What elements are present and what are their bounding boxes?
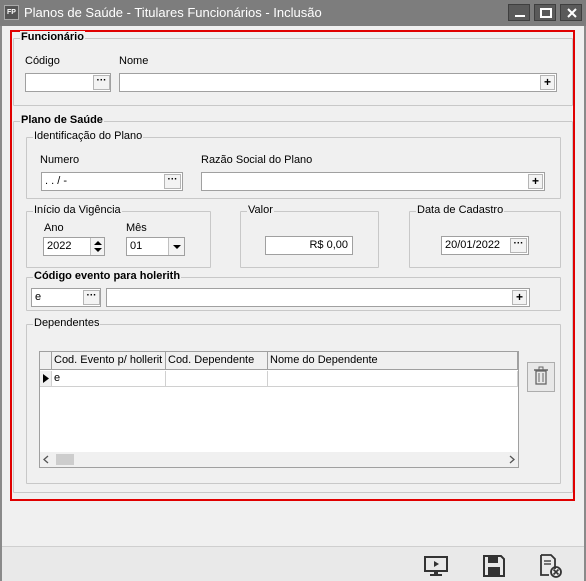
nome-label: Nome	[119, 55, 149, 67]
numero-lookup-button[interactable]: ···	[164, 174, 181, 189]
mes-dropdown-button[interactable]	[168, 238, 184, 255]
cancel-button[interactable]	[538, 554, 564, 578]
row-indicator-header	[40, 352, 52, 370]
codigo-lookup-button[interactable]: ···	[93, 75, 110, 90]
column-header-cod-dependente[interactable]: Cod. Dependente	[166, 352, 268, 370]
nome-add-button[interactable]: +	[540, 75, 555, 90]
evento-add-button[interactable]: +	[512, 290, 527, 305]
spinner-arrows-icon	[94, 241, 102, 252]
horizontal-scrollbar[interactable]	[40, 452, 518, 467]
evento-lookup-button[interactable]: ···	[83, 290, 100, 305]
close-icon	[567, 8, 577, 18]
ano-label: Ano	[44, 222, 64, 234]
row-pointer-icon	[43, 374, 49, 383]
title-bar: FP Planos de Saúde - Titulares Funcionár…	[0, 0, 586, 26]
minimize-icon	[515, 15, 525, 17]
floppy-save-icon	[483, 555, 505, 577]
window-title: Planos de Saúde - Titulares Funcionários…	[24, 5, 322, 20]
maximize-icon	[540, 8, 552, 18]
evento-holerith-title: Código evento para holerith	[33, 270, 182, 282]
table-cell-cod-evento[interactable]: e	[52, 371, 166, 387]
inicio-vigencia-title: Início da Vigência	[33, 204, 122, 216]
ano-spinner[interactable]	[90, 238, 104, 255]
nome-field[interactable]	[119, 73, 557, 92]
save-button[interactable]	[481, 554, 507, 578]
valor-title: Valor	[247, 204, 274, 216]
plano-title: Plano de Saúde	[20, 114, 104, 126]
funcionario-title: Funcionário	[20, 31, 85, 43]
numero-label: Numero	[40, 154, 80, 166]
razao-label: Razão Social do Plano	[201, 154, 313, 166]
trash-icon	[534, 366, 548, 385]
table-cell-nome-dependente[interactable]	[268, 371, 518, 387]
dependentes-title: Dependentes	[33, 317, 101, 329]
column-header-cod-evento[interactable]: Cod. Evento p/ hollerit	[52, 352, 166, 370]
monitor-play-icon	[424, 556, 448, 576]
razao-add-button[interactable]: +	[528, 174, 543, 189]
numero-field[interactable]: . . / -	[41, 172, 183, 191]
grid-header: Cod. Evento p/ hollerit Cod. Dependente …	[40, 352, 518, 370]
close-button[interactable]	[560, 4, 582, 21]
funcionario-group: Funcionário	[13, 31, 573, 106]
evento-description-field[interactable]	[106, 288, 530, 307]
row-indicator	[40, 371, 52, 387]
preview-button[interactable]	[423, 554, 449, 578]
mes-label: Mês	[126, 222, 147, 234]
scrollbar-arrows-icon	[43, 454, 515, 465]
data-cadastro-picker-button[interactable]: ···	[510, 238, 527, 253]
column-header-nome-dependente[interactable]: Nome do Dependente	[268, 352, 518, 370]
data-cadastro-title: Data de Cadastro	[416, 204, 505, 216]
document-cancel-icon	[540, 554, 562, 578]
minimize-button[interactable]	[508, 4, 530, 21]
valor-field[interactable]: R$ 0,00	[265, 236, 353, 255]
maximize-button[interactable]	[534, 4, 556, 21]
codigo-label: Código	[25, 55, 60, 67]
dependentes-grid[interactable]: Cod. Evento p/ hollerit Cod. Dependente …	[39, 351, 519, 468]
razao-field[interactable]	[201, 172, 545, 191]
identificacao-title: Identificação do Plano	[33, 130, 144, 142]
chevron-down-icon	[173, 245, 181, 249]
app-icon: FP	[4, 5, 19, 20]
table-cell-cod-dependente[interactable]	[166, 371, 268, 387]
delete-dependent-button[interactable]	[527, 362, 555, 392]
